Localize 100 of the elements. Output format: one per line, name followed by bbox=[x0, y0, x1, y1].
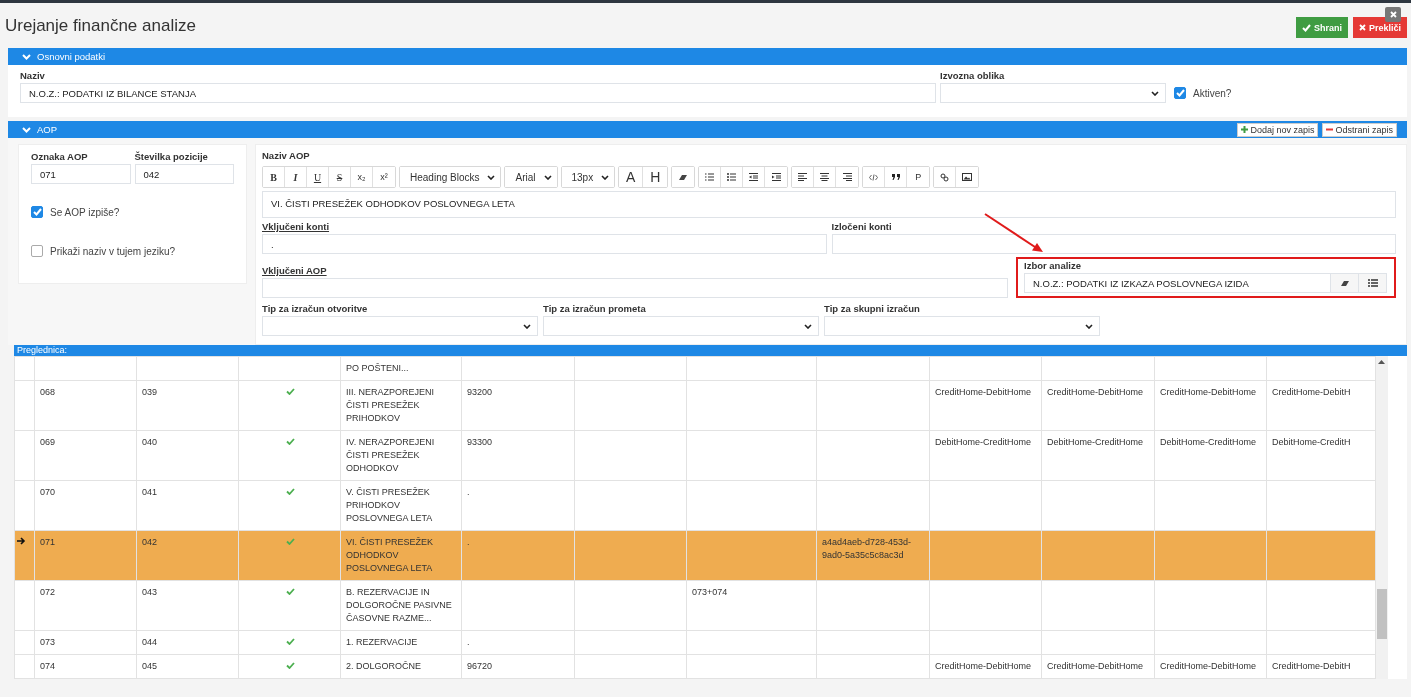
table-cell: 045 bbox=[136, 654, 239, 679]
table-cell: CreditHome-DebitHome bbox=[929, 380, 1042, 431]
close-icon bbox=[1389, 11, 1397, 18]
check-icon bbox=[285, 638, 295, 645]
check-icon bbox=[1175, 89, 1185, 97]
numbered-list-icon bbox=[705, 173, 715, 181]
field-label: Tip za skupni izračun bbox=[824, 303, 921, 314]
check-icon bbox=[1301, 23, 1311, 32]
checkbox[interactable] bbox=[31, 206, 43, 218]
table-row[interactable]: 069 040 IV. NERAZPOREJENI ČISTI PRESEŽEK ODHODKOV 93300 DebitHome-CreditHome DebitHome-CreditHome DebitHome-CreditHome DebitHome-CreditH bbox=[14, 430, 1376, 481]
table-row[interactable]: 068 039 III. NERAZPOREJENI ČISTI PRESEŽEK PRIHODKOV 93200 CreditHome-DebitHome CreditHome-DebitHome CreditHome-DebitHome CreditHome-DebitH bbox=[14, 380, 1376, 431]
table-row[interactable]: 071 042 VI. ČISTI PRESEŽEK ODHODKOV POSLOVNEGA LETA . a4ad4aeb-d728-453d-9ad0-5a35c5c8ac3d bbox=[14, 530, 1376, 581]
table-cell: CreditHome-DebitH bbox=[1266, 654, 1376, 679]
indent-icon bbox=[771, 173, 781, 181]
table-row[interactable]: 070 041 V. ČISTI PRESEŽEK PRIHODKOV POSLOVNEGA LETA . bbox=[14, 480, 1376, 531]
table-cell: 96720 bbox=[461, 654, 575, 679]
scrollbar[interactable] bbox=[1376, 356, 1388, 679]
toolbar-dropdown[interactable]: 13px bbox=[561, 167, 615, 187]
arrow-right-icon bbox=[17, 537, 26, 545]
table-cell: 041 bbox=[136, 480, 239, 531]
grid-title: Preglednica: bbox=[14, 345, 1407, 356]
table-cell: a4ad4aeb-d728-453d-9ad0-5a35c5c8ac3d bbox=[816, 530, 930, 581]
field-label: Izločeni konti bbox=[831, 221, 893, 232]
checkbox[interactable] bbox=[31, 245, 43, 257]
close-button[interactable] bbox=[1385, 7, 1401, 22]
table-cell: 073 bbox=[34, 630, 137, 655]
check-icon bbox=[285, 438, 295, 445]
table-cell: 069 bbox=[34, 430, 137, 481]
table-row[interactable]: 073 044 1. REZERVACIJE . bbox=[14, 630, 1376, 655]
field-label: Vključeni konti bbox=[262, 221, 331, 232]
clear-button[interactable] bbox=[1331, 273, 1359, 293]
table-cell: . bbox=[461, 480, 575, 531]
table-cell: 93200 bbox=[461, 380, 575, 431]
check-icon bbox=[285, 488, 295, 495]
table-cell: 039 bbox=[136, 380, 239, 431]
table-row[interactable]: PO POŠTENI... bbox=[14, 356, 1376, 381]
minus-icon bbox=[1326, 126, 1334, 133]
field-label: Vključeni AOP bbox=[262, 265, 328, 276]
field-label: Tip za izračun otvoritve bbox=[262, 303, 369, 314]
caret-icon bbox=[601, 174, 610, 180]
toolbar-button[interactable]: A bbox=[619, 167, 644, 187]
input-field[interactable]: 071 bbox=[31, 164, 131, 184]
table-cell: DebitHome-CreditHome bbox=[929, 430, 1042, 481]
input-field[interactable]: N.O.Z.: PODATKI IZ BILANCE STANJA bbox=[20, 83, 936, 103]
table-cell: CreditHome-DebitHome bbox=[1041, 654, 1155, 679]
check-icon bbox=[285, 538, 295, 545]
plus-icon bbox=[1241, 126, 1249, 133]
input-field[interactable]: N.O.Z.: PODATKI IZ IZKAZA POSLOVNEGA IZIDA bbox=[1024, 273, 1331, 293]
section-title: Osnovni podatki bbox=[37, 51, 106, 62]
section-header[interactable]: AOP Dodaj nov zapis Odstrani zapis bbox=[8, 121, 1407, 138]
list-icon bbox=[1367, 279, 1378, 287]
toolbar-button[interactable]: B bbox=[263, 167, 285, 187]
table-cell: 072 bbox=[34, 580, 137, 631]
table-cell: DebitHome-CreditHome bbox=[1154, 430, 1267, 481]
caret-icon bbox=[1151, 90, 1159, 96]
table-cell: 068 bbox=[34, 380, 137, 431]
text-editor[interactable]: VI. ČISTI PRESEŽEK ODHODKOV POSLOVNEGA LETA bbox=[262, 191, 1396, 218]
page-title: Urejanje finančne analize bbox=[5, 16, 196, 36]
input-field[interactable]: . bbox=[262, 234, 827, 254]
input-field[interactable]: 042 bbox=[134, 164, 234, 184]
field-label: Izvozna oblika bbox=[940, 70, 1006, 81]
table-cell: III. NERAZPOREJENI ČISTI PRESEŽEK PRIHODKOV bbox=[340, 380, 462, 431]
table-cell: CreditHome-DebitH bbox=[1266, 380, 1376, 431]
caret-icon bbox=[1085, 323, 1093, 329]
code-icon bbox=[869, 173, 879, 181]
quote-icon bbox=[891, 174, 900, 180]
input-field[interactable] bbox=[831, 234, 1396, 254]
table-cell: V. ČISTI PRESEŽEK PRIHODKOV POSLOVNEGA LETA bbox=[340, 480, 462, 531]
field-label: Številka pozicije bbox=[134, 151, 209, 162]
scroll-up-icon bbox=[1378, 360, 1385, 364]
table-cell: CreditHome-DebitHome bbox=[1154, 654, 1267, 679]
table-cell: . bbox=[461, 530, 575, 581]
add-button[interactable]: Dodaj nov zapis bbox=[1237, 122, 1319, 137]
toolbar-dropdown[interactable]: Heading Blocks bbox=[400, 167, 501, 187]
toolbar-button[interactable] bbox=[792, 167, 815, 187]
cancel-button[interactable]: Prekliči bbox=[1352, 17, 1407, 38]
table-cell: 073+074 bbox=[686, 580, 817, 631]
check-icon bbox=[285, 388, 295, 395]
list-button[interactable] bbox=[1359, 273, 1387, 293]
table-cell: 074 bbox=[34, 654, 137, 679]
table-row[interactable]: 072 043 B. REZERVACIJE IN DOLGOROČNE PASIVNE ČASOVNE RAZME... 073+074 bbox=[14, 580, 1376, 631]
field-label: Izbor analize bbox=[1024, 260, 1082, 271]
toolbar-button[interactable] bbox=[672, 167, 695, 187]
table-cell: CreditHome-DebitHome bbox=[929, 654, 1042, 679]
section-title: AOP bbox=[37, 124, 58, 135]
toolbar-dropdown[interactable]: Arial bbox=[505, 167, 557, 187]
table-cell: DebitHome-CreditH bbox=[1266, 430, 1376, 481]
input-field[interactable] bbox=[262, 278, 1008, 298]
align-center-icon bbox=[820, 173, 830, 181]
check-icon bbox=[32, 208, 42, 216]
chevron-down-icon bbox=[22, 126, 31, 133]
close-icon bbox=[1358, 24, 1366, 31]
eraser-icon bbox=[1339, 279, 1350, 287]
checkbox[interactable] bbox=[1174, 87, 1186, 99]
table-cell: 1. REZERVACIJE bbox=[340, 630, 462, 655]
align-left-icon bbox=[798, 173, 808, 181]
remove-button[interactable]: Odstrani zapis bbox=[1322, 122, 1397, 137]
section-header[interactable]: Osnovni podatki bbox=[8, 48, 1407, 65]
scrollbar-thumb[interactable] bbox=[1377, 589, 1387, 639]
table-row[interactable]: 074 045 2. DOLGOROČNE 96720 CreditHome-DebitHome CreditHome-DebitHome CreditHome-DebitHome CreditHome-DebitH bbox=[14, 654, 1376, 679]
